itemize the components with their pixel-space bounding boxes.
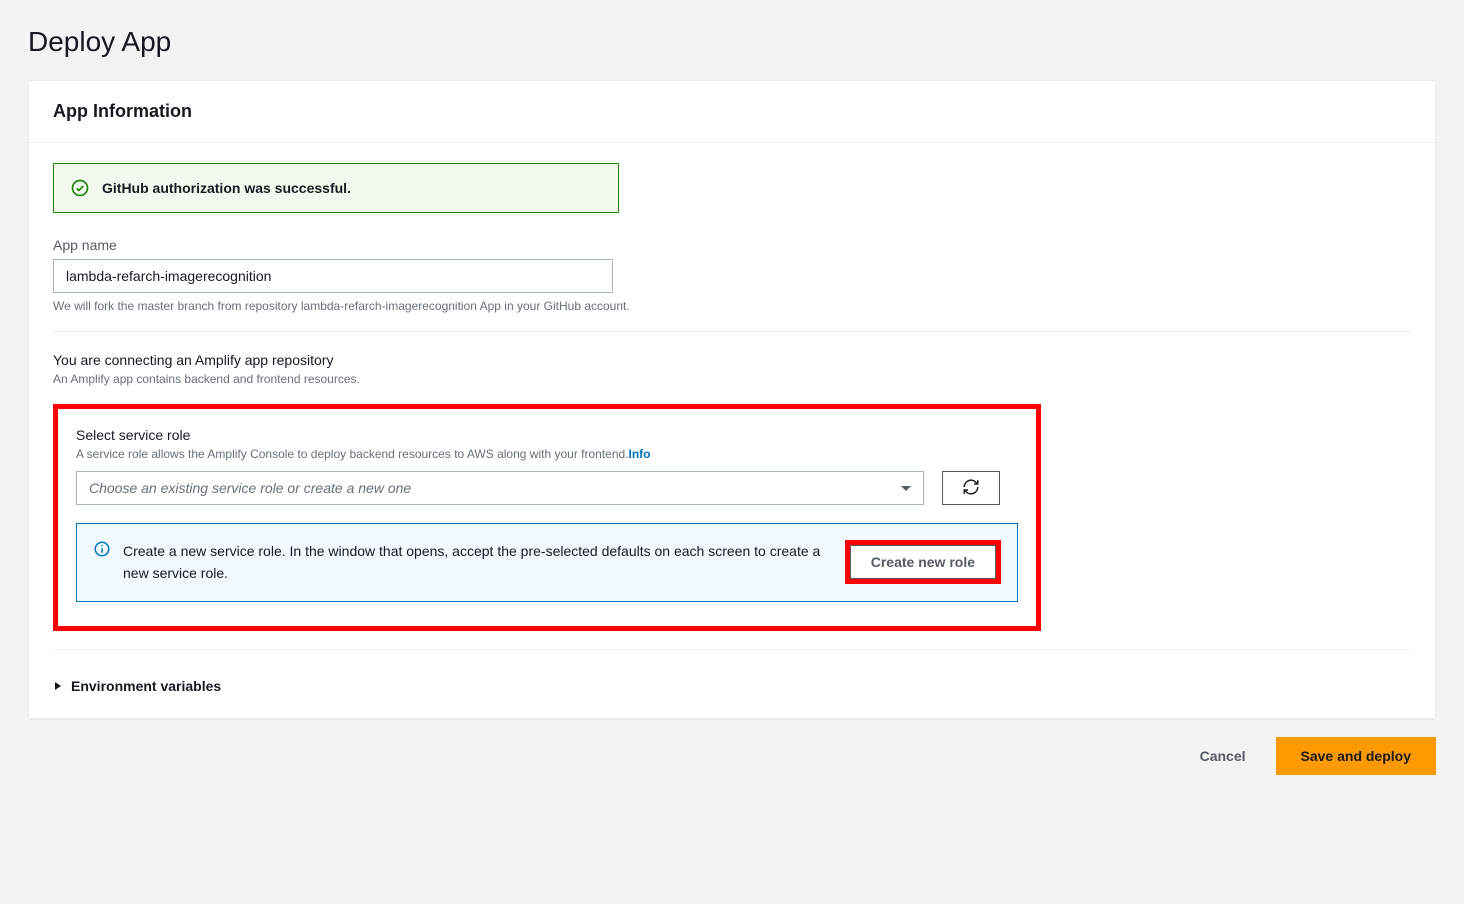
service-role-placeholder: Choose an existing service role or creat… [89,480,411,496]
app-info-card: App Information GitHub authorization was… [28,80,1436,719]
app-name-field: App name We will fork the master branch … [53,237,1411,313]
service-role-desc: A service role allows the Amplify Consol… [76,447,1018,461]
service-role-label: Select service role [76,427,1018,443]
create-new-role-button[interactable]: Create new role [850,545,996,579]
card-title: App Information [53,101,1411,122]
page-title: Deploy App [28,26,1436,58]
success-alert: GitHub authorization was successful. [53,163,619,213]
info-text: Create a new service role. In the window… [123,540,833,585]
cancel-button[interactable]: Cancel [1186,737,1260,775]
service-role-select[interactable]: Choose an existing service role or creat… [76,471,924,505]
save-deploy-button[interactable]: Save and deploy [1276,737,1436,775]
info-icon [93,540,111,558]
refresh-icon [962,478,980,499]
environment-variables-toggle[interactable]: Environment variables [53,678,1411,694]
app-name-label: App name [53,237,1411,253]
divider [53,331,1411,332]
success-text: GitHub authorization was successful. [102,180,351,196]
app-name-input[interactable] [53,259,613,293]
footer-actions: Cancel Save and deploy [28,719,1436,775]
info-link[interactable]: Info [629,447,651,461]
connecting-desc: An Amplify app contains backend and fron… [53,372,1411,386]
connecting-title: You are connecting an Amplify app reposi… [53,352,1411,368]
env-variables-label: Environment variables [71,678,221,694]
highlight-region: Select service role A service role allow… [53,404,1041,631]
info-box: Create a new service role. In the window… [76,523,1018,602]
connecting-section: You are connecting an Amplify app reposi… [53,352,1411,386]
caret-right-icon [53,681,63,691]
card-header: App Information [29,81,1435,143]
refresh-button[interactable] [942,471,1000,505]
create-role-highlight: Create new role [845,540,1001,584]
divider-2 [53,649,1411,650]
check-circle-icon [70,178,90,198]
app-name-helper: We will fork the master branch from repo… [53,299,1411,313]
